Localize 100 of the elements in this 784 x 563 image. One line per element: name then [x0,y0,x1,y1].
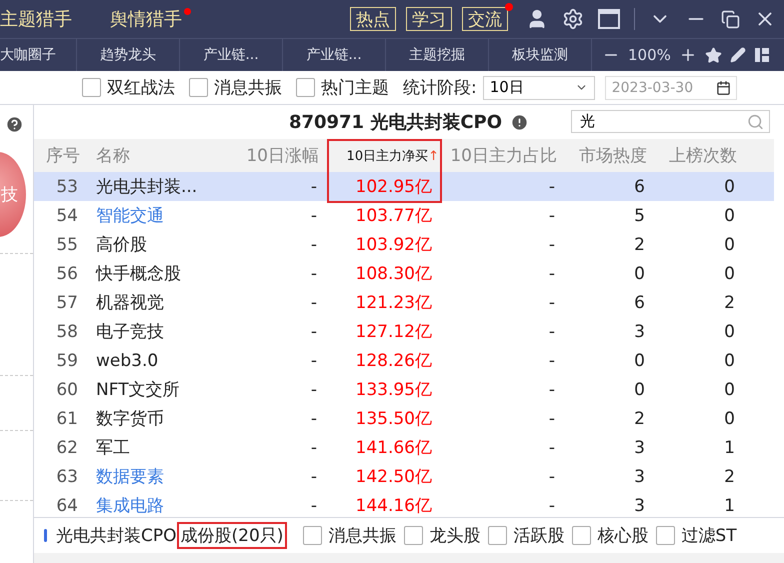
top-button[interactable]: 热点 [350,7,396,31]
tab[interactable]: 趋势龙头 [77,39,180,71]
table-cell-text: 57 [55,292,79,312]
checkbox-label: 核心股 [597,525,648,547]
checkbox-label: 热门主题 [321,77,389,99]
star-icon[interactable] [704,46,722,64]
table-cell-text: 数字货币 [95,408,165,430]
table-cell-text: 62 [55,438,79,458]
table-cell-text: 121.23亿 [354,292,433,314]
name-link[interactable]: 智能交通 [88,204,220,227]
tab[interactable]: 板块监测 [489,39,592,71]
sector-name: 光电共封装CPO [56,525,177,547]
table-row[interactable]: 53 光电共封装... - 102.95亿 - 6 0 [34,172,774,201]
period-select[interactable]: 10日 [482,76,595,100]
table-row[interactable]: 55 高价股 - 103.92亿 - 2 0 [34,230,774,259]
table-cell-text: 2 [723,466,736,486]
table-title: 870971 光电共封装CPO [288,111,502,134]
nav-link[interactable]: 主题猎手 [0,7,82,31]
checkbox[interactable] [189,78,208,97]
table-cell-text: NFT文交所 [95,379,181,401]
table-cell-text: 0 [633,264,646,284]
checkbox-label: 过滤ST [681,525,737,547]
marker-icon [44,529,47,542]
window-icon[interactable] [598,9,620,29]
table-cell-text: 144.16亿 [354,495,433,517]
search-field[interactable]: 光 [571,110,770,133]
table-cell-text: 128.26亿 [354,350,433,372]
members-count[interactable]: 成份股(20只) [176,522,288,549]
table-cell-text: 高价股 [95,234,148,256]
checkbox[interactable] [488,526,508,545]
table-row[interactable]: 64 集成电路 - 144.16亿 - 3 1 [34,491,774,517]
table-cell-text: 141.66亿 [354,437,433,459]
top-button[interactable]: 学习 [406,7,452,31]
name-link[interactable]: 数据要素 [88,465,220,488]
table-cell-text: - [548,350,556,370]
table-cell-text: 0 [723,176,736,196]
table-cell-text: 3 [633,496,646,516]
table-cell-text: 0 [723,264,736,284]
table-cell-text: 1 [723,496,736,516]
table-row[interactable]: 63 数据要素 - 142.50亿 - 3 2 [34,462,774,491]
help-icon[interactable] [5,115,24,134]
table-row[interactable]: 61 数字货币 - 135.50亿 - 2 0 [34,404,774,433]
table-cell-text: 光电共封装... [95,176,198,198]
table-cell-text: 103.77亿 [354,205,433,227]
nav-link[interactable]: 舆情猎手 [110,7,192,31]
table-cell-text: - [310,264,318,284]
table-cell-text: 2 [723,292,736,312]
table-cell-text: 0 [723,380,736,400]
table-row[interactable]: 59 web3.0 - 128.26亿 - 0 0 [34,346,774,375]
restore-icon[interactable] [721,10,740,28]
table-cell-text: 60 [55,380,79,400]
name-link[interactable]: 集成电路 [88,494,220,517]
table-cell-text: 56 [55,264,79,284]
table-cell-text: - [310,292,318,312]
table-cell-text: - [548,234,556,254]
table-cell-text: 63 [55,466,79,486]
table-cell-text: 64 [55,496,79,516]
table-cell-text: - [310,466,318,486]
checkbox-label: 消息共振 [328,525,396,547]
checkbox[interactable] [82,78,101,97]
checkbox[interactable] [656,526,676,545]
table-cell-text: 3 [633,466,646,486]
checkbox[interactable] [572,526,592,545]
table-cell-text: - [548,264,556,284]
tab[interactable]: 产业链... [283,39,386,71]
table-cell-text: - [548,496,556,516]
checkbox[interactable] [303,526,322,545]
layout-icon[interactable] [754,47,770,63]
table-cell-text: 6 [633,292,646,312]
table-cell-text: 电子竞技 [95,321,165,343]
tab[interactable]: 大咖圈子 [0,39,77,71]
column-header[interactable]: 10日主力净买↑ [327,146,442,164]
checkbox[interactable] [404,526,424,545]
table-cell-text: 5 [633,206,646,226]
tab[interactable]: 主题挖掘 [386,39,489,71]
table-cell-text: 快手概念股 [94,263,182,285]
table-cell-text: 127.12亿 [354,321,433,343]
table-cell-text: - [310,322,318,342]
table-cell-text: 3 [633,322,646,342]
top-button[interactable]: 交流 [462,7,508,31]
table-cell-text: 0 [723,206,736,226]
table-row[interactable]: 58 电子竞技 - 127.12亿 - 3 0 [34,317,774,346]
info-icon[interactable] [510,112,530,132]
calendar-icon[interactable] [716,80,731,95]
table-cell-text: 0 [723,322,736,342]
table-cell-text: 3 [633,438,646,458]
table-row[interactable]: 54 智能交通 - 103.77亿 - 5 0 [34,201,774,230]
table-row[interactable]: 57 机器视觉 - 121.23亿 - 6 2 [34,288,774,317]
table-cell-text: 6 [633,176,646,196]
checkbox[interactable] [296,78,315,97]
table-row[interactable]: 60 NFT文交所 - 133.95亿 - 0 0 [34,375,774,404]
date-field[interactable]: 2023-03-30 [604,76,737,100]
table-row[interactable]: 56 快手概念股 - 108.30亿 - 0 0 [34,259,774,288]
tab[interactable]: 产业链... [180,39,283,71]
settings-icon[interactable] [562,8,584,30]
table-cell-text: 53 [55,176,79,196]
pencil-icon[interactable] [730,47,746,63]
table-row[interactable]: 62 军工 - 141.66亿 - 3 1 [34,433,774,462]
table-cell-text: 61 [55,408,79,428]
table-cell-text: - [310,438,318,458]
